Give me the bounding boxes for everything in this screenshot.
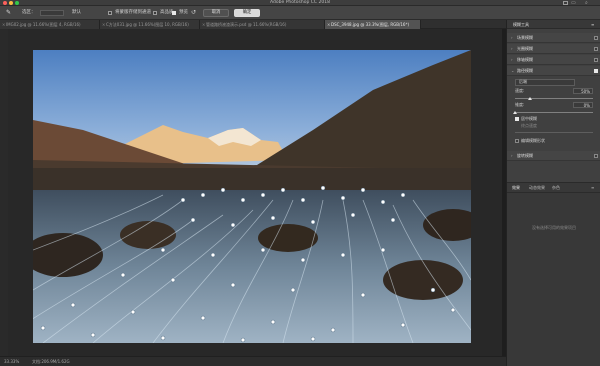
path-blur-checkbox[interactable] [594,69,598,73]
section-label: 场景模糊 [517,35,533,40]
store-mask-checkbox[interactable] [108,11,112,15]
screen-mode-icon[interactable] [563,1,568,5]
preview-checkbox[interactable] [172,11,176,15]
document-size[interactable]: 文档:206.9M/1.62G [32,358,70,366]
expand-arrow-icon[interactable]: › [511,33,513,43]
close-tab-icon[interactable]: × [327,20,330,29]
options-bar: ✎ 选区： 默认 将蒙版存储到通道 高品质 预览 ↺ 取消 确定 [0,6,600,20]
blur-mode-value: 后端 [519,79,527,84]
expand-arrow-icon[interactable]: › [511,44,513,54]
preset-label: 选区： [22,10,36,15]
tab-motion-effects[interactable]: 动态效果 [529,183,545,192]
empty-effects-message: 没有选择可用的效果项目 [532,225,576,230]
document-image[interactable] [33,50,471,343]
centered-blur-label: 居中模糊 [521,116,537,121]
preset-value: 默认 [72,10,81,15]
taper-value[interactable]: 0% [573,102,593,108]
high-quality-checkbox[interactable] [153,11,157,15]
status-bar: 33.33% 文档:206.9M/1.62G [0,356,506,366]
tab-document-4[interactable]: × DSC_3948.jpg @ 33.3%(图层, RGB/16*) [325,20,421,29]
panel-menu-icon[interactable]: ≡ [591,20,594,29]
store-mask-label: 将蒙版存储到通道 [115,10,151,15]
edit-shapes-label: 编辑模糊形状 [521,138,545,143]
section-path-blur[interactable]: ⌄ 路径模糊 [507,66,600,76]
preview-label: 预览 [179,10,188,15]
taper-label: 锥度: [515,102,525,107]
speed-label: 速度: [515,88,525,93]
tab-label: DSC_3948.jpg @ 33.3%(图层, RGB/16*) [331,22,410,27]
centered-blur-checkbox[interactable] [515,117,519,121]
document-tab-bar: × IMG02.jpg @ 11.66%(图层 4, RGB/16) × C方法… [0,20,506,29]
collapse-arrow-icon[interactable]: ⌄ [511,66,514,76]
speed-slider[interactable] [515,98,593,99]
section-tilt-shift[interactable]: › 移轴模糊 [507,55,600,65]
tab-document-3[interactable]: × 管道路桥液渣演示.psd @ 11.66%(RGB/16) [200,20,325,29]
close-window-icon[interactable] [3,1,7,5]
end-speed-label: 终点速度 [521,123,537,128]
minimize-window-icon[interactable] [9,1,13,5]
blur-tools-panel: 模糊工具 ≡ › 场景模糊 › 光圈模糊 › 移轴模糊 ⌄ 路径模糊 后端 速度… [506,20,600,366]
section-iris-blur[interactable]: › 光圈模糊 [507,44,600,54]
tab-document-2[interactable]: × C方法031.jpg @ 11.66%(图层 10, RGB/16) [100,20,200,29]
iris-blur-checkbox[interactable] [594,47,598,51]
section-spin-blur[interactable]: › 旋转模糊 [507,151,600,161]
divider [507,192,600,193]
landscape-photo [33,50,471,343]
zoom-window-icon[interactable] [15,1,19,5]
end-speed-slider[interactable] [515,132,593,133]
zoom-level[interactable]: 33.33% [4,358,19,366]
close-tab-icon[interactable]: × [2,20,5,29]
tools-panel [0,29,8,356]
close-tab-icon[interactable]: × [202,20,205,29]
taper-slider-handle[interactable] [513,111,517,114]
expand-arrow-icon[interactable]: › [511,55,513,65]
tab-effects[interactable]: 效果 [512,183,520,192]
expand-arrow-icon[interactable]: › [511,151,513,161]
field-blur-checkbox[interactable] [594,36,598,40]
speed-slider-handle[interactable] [528,97,532,100]
spin-blur-checkbox[interactable] [594,154,598,158]
tab-noise[interactable]: 杂色 [552,183,560,192]
ok-button[interactable]: 确定 [234,9,260,17]
blur-tool-icon[interactable]: ✎ [6,9,11,17]
panel-header: 模糊工具 ≡ [507,20,600,29]
speed-value[interactable]: 50% [573,88,593,94]
tab-document-1[interactable]: × IMG02.jpg @ 11.66%(图层 4, RGB/16) [0,20,100,29]
effects-panel: 效果 动态效果 杂色 ≡ 没有选择可用的效果项目 [507,182,600,366]
tab-label: IMG02.jpg @ 11.66%(图层 4, RGB/16) [6,22,81,27]
panel-title[interactable]: 模糊工具 [513,20,529,29]
reset-icon[interactable]: ↺ [191,9,196,17]
section-label: 移轴模糊 [517,57,533,62]
cancel-button[interactable]: 取消 [203,9,229,17]
section-label: 路径模糊 [517,68,533,73]
preset-select[interactable] [40,10,64,16]
panel-menu-icon[interactable]: ≡ [591,183,594,192]
section-label: 光圈模糊 [517,46,533,51]
close-tab-icon[interactable]: × [102,20,105,29]
tilt-shift-checkbox[interactable] [594,58,598,62]
tab-label: C方法031.jpg @ 11.66%(图层 10, RGB/16) [106,22,189,27]
section-label: 旋转模糊 [517,153,533,158]
section-field-blur[interactable]: › 场景模糊 [507,33,600,43]
edit-shapes-checkbox[interactable] [515,139,519,143]
taper-slider[interactable] [515,112,593,113]
tab-label: 管道路桥液渣演示.psd @ 11.66%(RGB/16) [206,22,287,27]
